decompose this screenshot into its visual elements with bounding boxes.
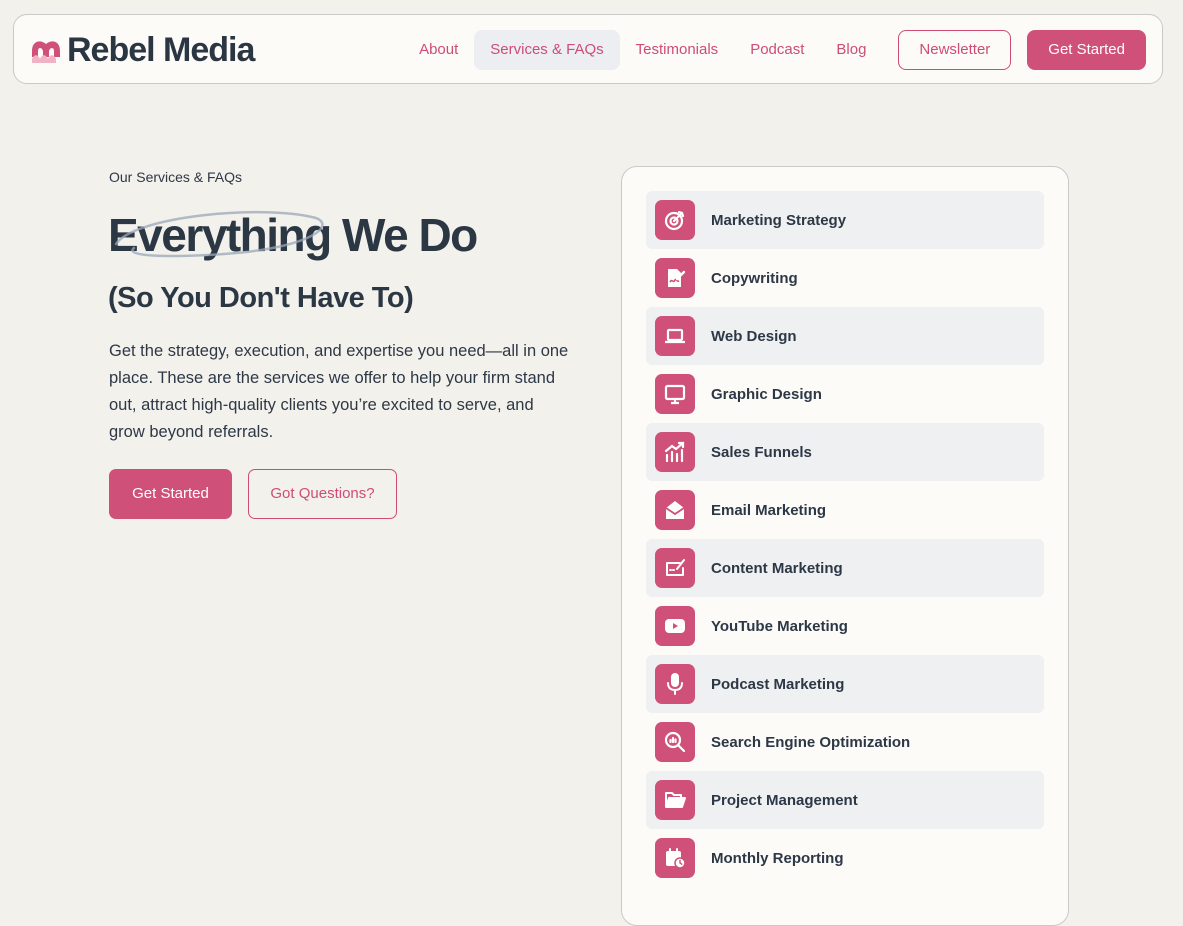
hero-eyebrow: Our Services & FAQs xyxy=(109,169,243,185)
nav-link-blog[interactable]: Blog xyxy=(820,30,882,70)
signature-document-icon xyxy=(655,258,695,298)
service-item-monthly-reporting[interactable]: Monthly Reporting xyxy=(646,829,1044,887)
service-label: Email Marketing xyxy=(711,501,827,519)
service-label: Monthly Reporting xyxy=(711,849,844,867)
chart-growth-icon xyxy=(655,432,695,472)
hero-title-highlight-text: Everything xyxy=(108,209,332,261)
service-item-podcast-marketing[interactable]: Podcast Marketing xyxy=(646,655,1044,713)
envelope-open-icon xyxy=(655,490,695,530)
service-label: Content Marketing xyxy=(711,559,843,577)
service-label: Sales Funnels xyxy=(711,443,812,461)
service-label: Marketing Strategy xyxy=(711,211,847,229)
hero-title-highlight: Everything xyxy=(108,208,332,262)
service-label: Web Design xyxy=(711,327,797,345)
newsletter-button[interactable]: Newsletter xyxy=(898,30,1012,70)
nav-link-podcast[interactable]: Podcast xyxy=(734,30,820,70)
header-get-started-button[interactable]: Get Started xyxy=(1027,30,1146,70)
service-item-web-design[interactable]: Web Design xyxy=(646,307,1044,365)
service-item-youtube-marketing[interactable]: YouTube Marketing xyxy=(646,597,1044,655)
main-nav: About Services & FAQs Testimonials Podca… xyxy=(403,30,1146,70)
service-item-copywriting[interactable]: Copywriting xyxy=(646,249,1044,307)
service-item-marketing-strategy[interactable]: Marketing Strategy xyxy=(646,191,1044,249)
got-questions-button[interactable]: Got Questions? xyxy=(248,469,397,519)
hero-subtitle: (So You Don't Have To) xyxy=(108,282,414,314)
nav-link-services-faqs[interactable]: Services & FAQs xyxy=(474,30,620,70)
logo[interactable]: Rebel Media xyxy=(30,31,255,69)
hero-description: Get the strategy, execution, and experti… xyxy=(109,342,569,441)
service-label: Copywriting xyxy=(711,269,798,287)
folder-open-icon xyxy=(655,780,695,820)
hero-title: Everything We Do xyxy=(108,208,478,262)
edit-pen-icon xyxy=(655,548,695,588)
monitor-icon xyxy=(655,374,695,414)
nav-link-about[interactable]: About xyxy=(403,30,474,70)
service-item-content-marketing[interactable]: Content Marketing xyxy=(646,539,1044,597)
service-label: Project Management xyxy=(711,791,858,809)
service-item-seo[interactable]: Search Engine Optimization xyxy=(646,713,1044,771)
logo-mark-icon xyxy=(32,41,60,63)
service-label: Graphic Design xyxy=(711,385,822,403)
service-item-project-management[interactable]: Project Management xyxy=(646,771,1044,829)
service-label: Podcast Marketing xyxy=(711,675,845,693)
microphone-icon xyxy=(655,664,695,704)
youtube-play-icon xyxy=(655,606,695,646)
hero-get-started-button[interactable]: Get Started xyxy=(109,469,232,519)
target-icon xyxy=(655,200,695,240)
service-item-graphic-design[interactable]: Graphic Design xyxy=(646,365,1044,423)
services-list: Marketing Strategy Copywriting Web Desig… xyxy=(646,191,1044,887)
calendar-clock-icon xyxy=(655,838,695,878)
service-item-sales-funnels[interactable]: Sales Funnels xyxy=(646,423,1044,481)
services-card: Marketing Strategy Copywriting Web Desig… xyxy=(621,166,1069,926)
logo-text: Rebel Media xyxy=(67,31,255,69)
service-label: Search Engine Optimization xyxy=(711,733,911,751)
search-chart-icon xyxy=(655,722,695,762)
laptop-icon xyxy=(655,316,695,356)
service-item-email-marketing[interactable]: Email Marketing xyxy=(646,481,1044,539)
hero-title-rest: We Do xyxy=(330,209,478,261)
nav-link-testimonials[interactable]: Testimonials xyxy=(620,30,735,70)
service-label: YouTube Marketing xyxy=(711,617,848,635)
site-header: Rebel Media About Services & FAQs Testim… xyxy=(13,14,1163,84)
